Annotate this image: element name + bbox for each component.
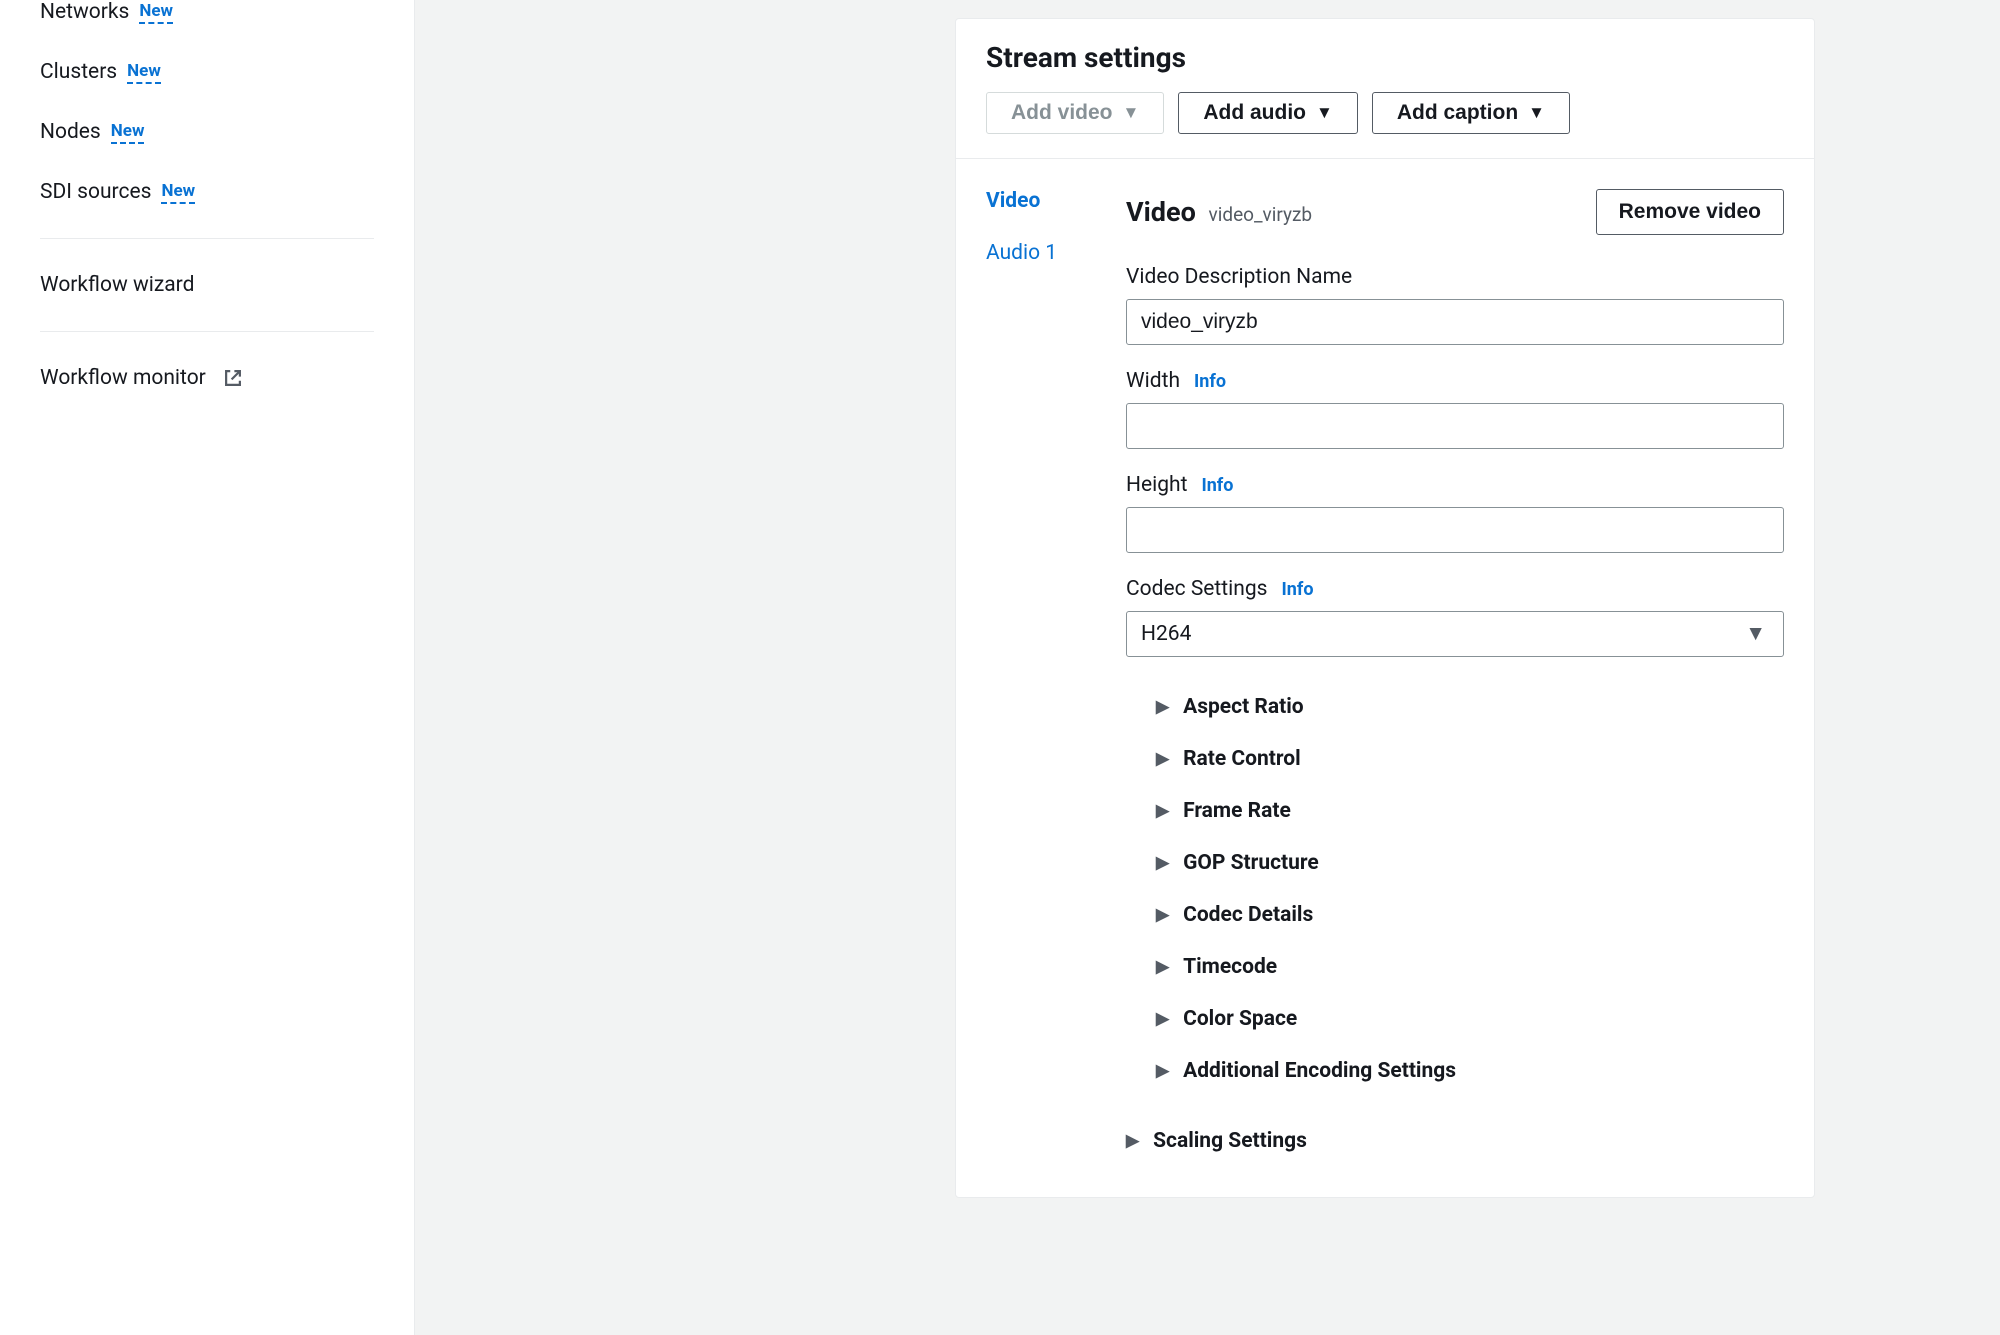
expander-color-space[interactable]: ▶ Color Space [1156,993,1784,1045]
sidebar-item-label: Networks [40,0,129,24]
caret-down-icon: ▼ [1123,103,1140,123]
sidebar-item-workflow-monitor[interactable]: Workflow monitor [40,348,374,408]
sidebar-item-label: Clusters [40,60,117,84]
expander-codec-details[interactable]: ▶ Codec Details [1156,889,1784,941]
codec-select-wrapper[interactable]: H264 ▼ [1126,611,1784,657]
expander-label: Rate Control [1183,747,1301,771]
info-link[interactable]: Info [1201,475,1233,496]
form-title: Video video_viryzb [1126,196,1312,228]
expander-label: Scaling Settings [1153,1129,1307,1153]
field-video-description-name: Video Description Name [1126,265,1784,345]
expander-timecode[interactable]: ▶ Timecode [1156,941,1784,993]
info-link[interactable]: Info [1194,371,1226,392]
form-subtitle: video_viryzb [1209,203,1313,226]
triangle-right-icon: ▶ [1156,853,1169,873]
tab-video[interactable]: Video [986,189,1096,213]
sidebar-item-label: Nodes [40,120,101,144]
sidebar-item-networks[interactable]: Networks New [40,0,374,42]
expander-aspect-ratio[interactable]: ▶ Aspect Ratio [1156,681,1784,733]
triangle-right-icon: ▶ [1126,1131,1139,1151]
triangle-right-icon: ▶ [1156,957,1169,977]
expander-label: Frame Rate [1183,799,1291,823]
field-height: Height Info [1126,473,1784,553]
button-label: Add caption [1397,101,1518,125]
add-audio-button[interactable]: Add audio ▼ [1178,92,1357,134]
expander-label: Timecode [1183,955,1277,979]
triangle-right-icon: ▶ [1156,905,1169,925]
field-label: Video Description Name [1126,265,1784,289]
expander-frame-rate[interactable]: ▶ Frame Rate [1156,785,1784,837]
expander-additional-encoding[interactable]: ▶ Additional Encoding Settings [1156,1045,1784,1097]
panel-body: Video Audio 1 Video video_viryzb Remove … [956,159,1814,1197]
vertical-tabs: Video Audio 1 [986,189,1096,1167]
expander-scaling-settings[interactable]: ▶ Scaling Settings [1126,1115,1784,1167]
expander-label: Color Space [1183,1007,1297,1031]
main-content: Stream settings Add video ▼ Add audio ▼ … [415,0,2000,1335]
sidebar-item-workflow-wizard[interactable]: Workflow wizard [40,255,374,315]
panel-header: Stream settings Add video ▼ Add audio ▼ … [956,19,1814,159]
height-input[interactable] [1126,507,1784,553]
sidebar-item-clusters[interactable]: Clusters New [40,42,374,102]
sidebar-divider [40,331,374,332]
sidebar-item-label: SDI sources [40,180,151,204]
video-description-name-input[interactable] [1126,299,1784,345]
triangle-right-icon: ▶ [1156,1009,1169,1029]
remove-video-button[interactable]: Remove video [1596,189,1784,235]
field-width: Width Info [1126,369,1784,449]
field-label: Codec Settings Info [1126,577,1784,601]
button-label: Add video [1011,101,1113,125]
tab-audio-1[interactable]: Audio 1 [986,241,1096,265]
expander-gop-structure[interactable]: ▶ GOP Structure [1156,837,1784,889]
form-area: Video video_viryzb Remove video Video De… [1096,189,1784,1167]
new-badge: New [127,61,161,84]
sidebar: Networks New Clusters New Nodes New SDI … [0,0,415,1335]
sidebar-item-label: Workflow monitor [40,366,206,390]
field-label: Height Info [1126,473,1784,497]
width-input[interactable] [1126,403,1784,449]
caret-down-icon: ▼ [1316,103,1333,123]
codec-expanders: ▶ Aspect Ratio ▶ Rate Control ▶ Frame Ra… [1126,681,1784,1167]
button-label: Add audio [1203,101,1306,125]
stream-settings-panel: Stream settings Add video ▼ Add audio ▼ … [955,18,1815,1198]
expander-rate-control[interactable]: ▶ Rate Control [1156,733,1784,785]
add-video-button: Add video ▼ [986,92,1164,134]
expander-label: Codec Details [1183,903,1313,927]
triangle-right-icon: ▶ [1156,801,1169,821]
panel-title: Stream settings [986,41,1784,74]
triangle-right-icon: ▶ [1156,749,1169,769]
panel-button-row: Add video ▼ Add audio ▼ Add caption ▼ [986,92,1784,134]
codec-select[interactable]: H264 [1126,611,1784,657]
info-link[interactable]: Info [1282,579,1314,600]
add-caption-button[interactable]: Add caption ▼ [1372,92,1570,134]
new-badge: New [139,1,173,24]
sidebar-item-sdi-sources[interactable]: SDI sources New [40,162,374,222]
sidebar-divider [40,238,374,239]
caret-down-icon: ▼ [1528,103,1545,123]
sidebar-item-label: Workflow wizard [40,273,194,297]
form-heading: Video [1126,196,1196,228]
expander-label: Additional Encoding Settings [1183,1059,1456,1083]
field-codec-settings: Codec Settings Info H264 ▼ [1126,577,1784,657]
field-label: Width Info [1126,369,1784,393]
expander-label: Aspect Ratio [1183,695,1304,719]
external-link-icon [222,367,244,389]
expander-label: GOP Structure [1183,851,1319,875]
triangle-right-icon: ▶ [1156,697,1169,717]
new-badge: New [111,121,145,144]
form-header: Video video_viryzb Remove video [1126,189,1784,235]
new-badge: New [161,181,195,204]
sidebar-item-nodes[interactable]: Nodes New [40,102,374,162]
triangle-right-icon: ▶ [1156,1061,1169,1081]
